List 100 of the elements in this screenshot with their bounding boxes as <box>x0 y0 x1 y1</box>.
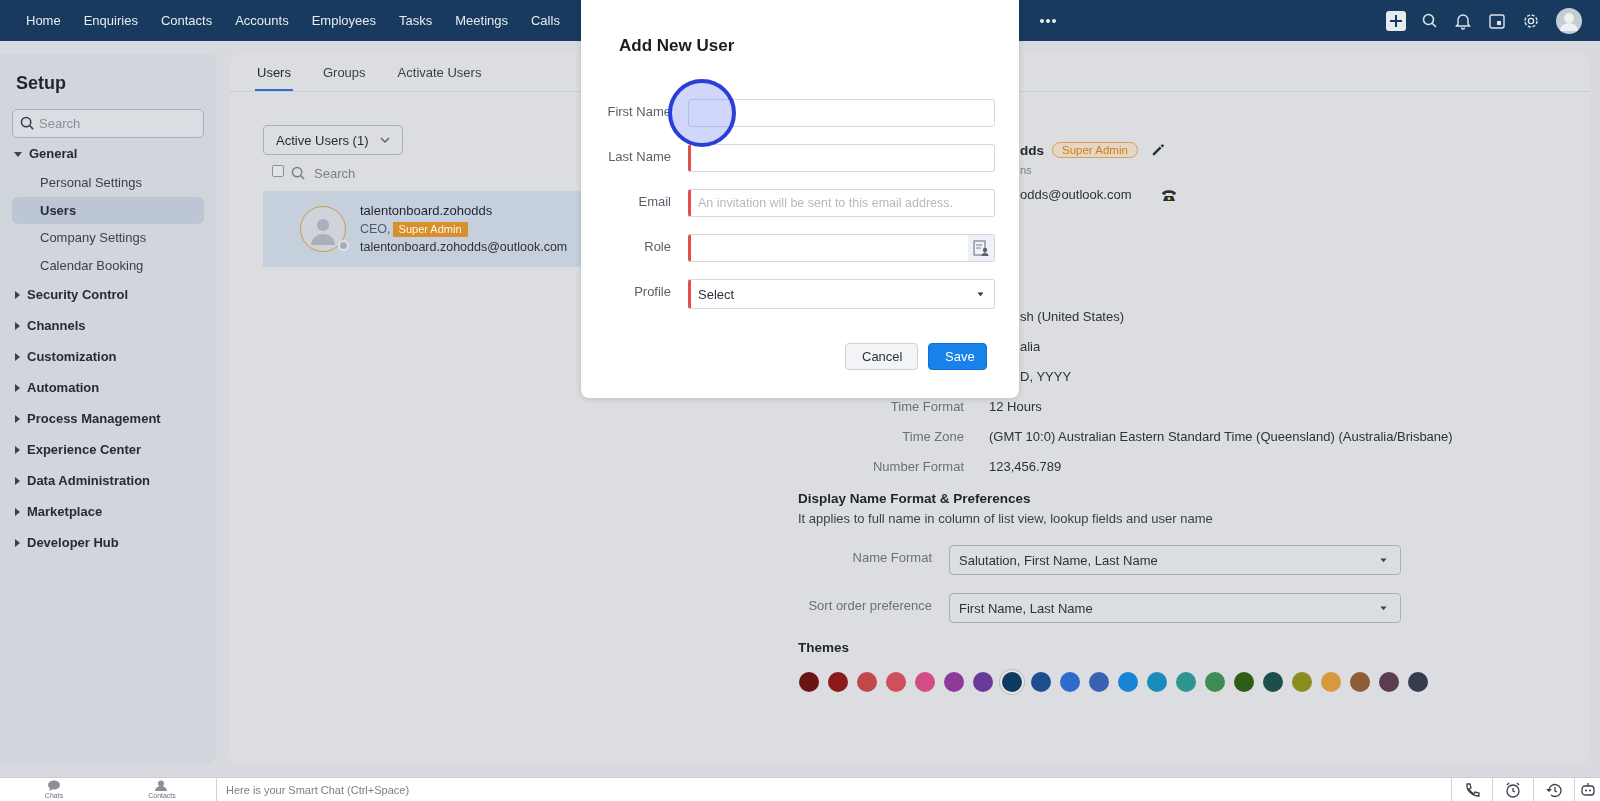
field-value: 123,456.789 <box>989 458 1063 476</box>
sidebar-item[interactable]: Calendar Booking <box>12 251 204 279</box>
sidebar-section[interactable]: Developer Hub <box>27 535 119 550</box>
field-value: D, YYYY <box>1019 368 1073 386</box>
theme-swatch[interactable] <box>1234 672 1254 692</box>
theme-swatch[interactable] <box>1031 672 1051 692</box>
caret-right-icon[interactable] <box>13 320 21 331</box>
theme-swatch[interactable] <box>915 672 935 692</box>
lookup-button[interactable] <box>968 235 994 261</box>
nav-link[interactable]: Tasks <box>399 13 433 28</box>
caret-right-icon[interactable] <box>13 537 21 548</box>
lookup-field[interactable] <box>688 234 995 262</box>
sidebar-section[interactable]: Process Management <box>27 411 161 426</box>
theme-swatch[interactable] <box>1060 672 1080 692</box>
field-label: Time Zone <box>901 428 964 446</box>
theme-swatch[interactable] <box>1292 672 1312 692</box>
caret-right-icon[interactable] <box>13 289 21 300</box>
section-description: It applies to full name in column of list view, lookup fields and user name <box>798 510 1214 528</box>
user-name: dds <box>1020 142 1044 158</box>
search-field[interactable]: Search <box>314 165 514 181</box>
nav-link[interactable]: Employees <box>311 13 376 28</box>
caret-right-icon[interactable] <box>13 382 21 393</box>
caret-right-icon[interactable] <box>13 444 21 455</box>
sidebar-item[interactable]: Users <box>12 196 204 224</box>
field-value: sh (United States) <box>1019 308 1126 326</box>
sidebar-section[interactable]: Marketplace <box>27 504 103 519</box>
nav-link[interactable]: Contacts <box>160 13 213 28</box>
caret-right-icon[interactable] <box>13 351 21 362</box>
input-field[interactable]: An invitation will be sent to this email address. <box>688 189 995 217</box>
caret-down-icon <box>976 291 985 297</box>
history-icon[interactable] <box>1546 781 1562 798</box>
search-icon[interactable] <box>1422 12 1438 29</box>
add-icon[interactable] <box>1386 10 1406 31</box>
theme-swatch[interactable] <box>1408 672 1428 692</box>
field-label: Last Name <box>607 148 671 166</box>
checkbox[interactable] <box>272 165 284 177</box>
nav-link[interactable]: Accounts <box>235 13 289 28</box>
pencil-icon[interactable] <box>1150 143 1165 157</box>
bell-icon[interactable] <box>1454 11 1472 30</box>
chat-icon <box>47 779 61 792</box>
input-field[interactable] <box>688 99 995 127</box>
select-field[interactable]: First Name, Last Name <box>949 593 1401 623</box>
caret-right-icon[interactable] <box>13 506 21 517</box>
field-value: 12 Hours <box>989 398 1043 416</box>
avatar-icon[interactable] <box>1556 7 1582 34</box>
cancel-button[interactable]: Cancel <box>845 343 918 370</box>
sidebar-section[interactable]: Data Administration <box>27 473 151 488</box>
theme-swatch[interactable] <box>1002 672 1022 692</box>
nav-link[interactable]: Enquiries <box>83 13 138 28</box>
sidebar-item[interactable]: Personal Settings <box>12 169 204 197</box>
theme-swatch[interactable] <box>1089 672 1109 692</box>
input-field[interactable] <box>688 144 995 172</box>
nav-link[interactable]: Meetings <box>455 13 508 28</box>
tab[interactable]: Groups <box>320 65 368 91</box>
robot-icon[interactable] <box>1579 781 1596 798</box>
save-button[interactable]: Save <box>928 343 987 370</box>
sidebar-section[interactable]: Experience Center <box>27 442 142 457</box>
field-label: Name Format <box>851 549 932 567</box>
theme-swatch[interactable] <box>799 672 819 692</box>
status-dot <box>338 240 349 251</box>
sidebar-section[interactable]: Channels <box>27 318 86 333</box>
search-icon <box>291 165 306 181</box>
theme-swatch[interactable] <box>1176 672 1196 692</box>
theme-swatch[interactable] <box>1205 672 1225 692</box>
user-subtitle: ns <box>1020 163 1033 178</box>
theme-swatch[interactable] <box>1379 672 1399 692</box>
theme-swatch[interactable] <box>1118 672 1138 692</box>
section-heading: Display Name Format & Preferences <box>798 490 1032 508</box>
field-value: (GMT 10:0) Australian Eastern Standard Time (Queensland) (Australia/Brisbane) <box>989 428 1454 446</box>
nav-link[interactable]: Home <box>26 13 61 28</box>
theme-swatch[interactable] <box>828 672 848 692</box>
field-label: Time Format <box>889 398 964 416</box>
chat-input[interactable]: Here is your Smart Chat (Ctrl+Space) <box>217 777 1451 801</box>
theme-swatch[interactable] <box>944 672 964 692</box>
theme-swatch[interactable] <box>1263 672 1283 692</box>
theme-swatch[interactable] <box>1147 672 1167 692</box>
sidebar-section[interactable]: Automation <box>27 380 100 395</box>
sidebar-section[interactable]: General <box>29 146 78 161</box>
nav-link[interactable]: Calls <box>531 13 560 28</box>
theme-swatch[interactable] <box>1321 672 1341 692</box>
caret-right-icon[interactable] <box>13 413 21 424</box>
theme-swatch[interactable] <box>886 672 906 692</box>
theme-swatch[interactable] <box>1350 672 1370 692</box>
alarm-clock-icon[interactable] <box>1505 781 1521 798</box>
dialog-title: Add New User <box>619 36 736 57</box>
sidebar-item[interactable]: Company Settings <box>12 224 204 252</box>
select-field[interactable]: Select <box>688 279 995 309</box>
sidebar-section[interactable]: Customization <box>27 349 117 364</box>
caret-right-icon[interactable] <box>13 475 21 486</box>
more-icon[interactable] <box>1040 18 1056 23</box>
theme-swatch[interactable] <box>973 672 993 692</box>
sidebar-section[interactable]: Security Control <box>27 287 129 302</box>
theme-swatch[interactable] <box>857 672 877 692</box>
search-field[interactable]: Search <box>12 109 204 138</box>
tab[interactable]: Users <box>255 65 293 91</box>
select-field[interactable]: Salutation, First Name, Last Name <box>949 545 1401 575</box>
tab[interactable]: Activate Users <box>395 65 484 91</box>
filter-dropdown[interactable]: Active Users (1) <box>263 125 404 155</box>
phone-icon[interactable] <box>1464 781 1480 798</box>
calendar-icon[interactable] <box>1488 11 1506 30</box>
